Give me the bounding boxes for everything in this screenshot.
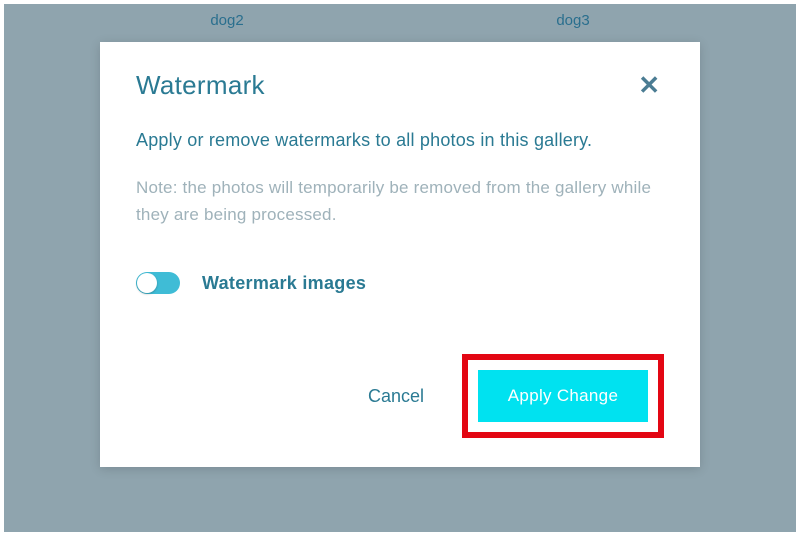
modal-note: Note: the photos will temporarily be rem… — [136, 174, 664, 228]
app-background: dog2 dog3 Watermark ✕ Apply or remove wa… — [4, 4, 796, 532]
gallery-thumb-labels: dog2 dog3 — [4, 12, 796, 29]
apply-highlight-annotation: Apply Change — [462, 354, 664, 438]
toggle-knob — [137, 273, 157, 293]
close-icon: ✕ — [638, 70, 660, 100]
apply-change-button[interactable]: Apply Change — [478, 370, 648, 422]
close-button[interactable]: ✕ — [634, 70, 664, 100]
watermark-toggle-label: Watermark images — [202, 273, 366, 294]
thumb-label: dog3 — [556, 12, 589, 29]
modal-subtitle: Apply or remove watermarks to all photos… — [136, 127, 664, 154]
watermark-toggle[interactable] — [136, 272, 180, 294]
watermark-modal: Watermark ✕ Apply or remove watermarks t… — [100, 42, 700, 467]
modal-actions: Cancel Apply Change — [136, 354, 664, 438]
thumb-label: dog2 — [210, 12, 243, 29]
modal-title: Watermark — [136, 70, 265, 101]
watermark-toggle-row: Watermark images — [136, 272, 664, 294]
cancel-button[interactable]: Cancel — [364, 378, 428, 415]
modal-header: Watermark ✕ — [136, 70, 664, 101]
